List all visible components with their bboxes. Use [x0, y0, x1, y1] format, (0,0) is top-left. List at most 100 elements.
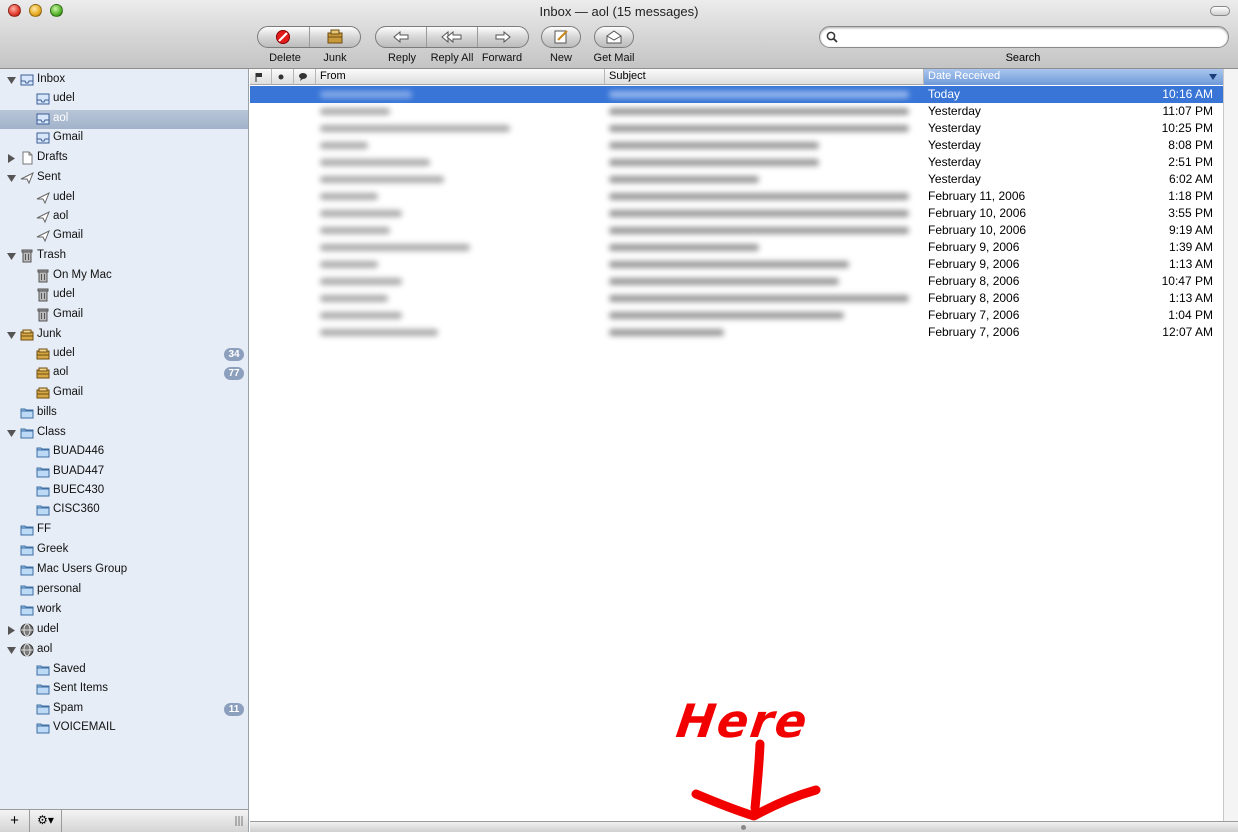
- disclosure-open-icon[interactable]: [7, 331, 16, 340]
- table-row[interactable]: February 10, 2006 9:19 AM: [250, 222, 1223, 239]
- sidebar-item-voicemail[interactable]: VOICEMAIL: [0, 719, 248, 738]
- inbox-icon: [36, 132, 50, 144]
- date-received-column-header[interactable]: Date Received: [924, 69, 1223, 85]
- time-received: 10:25 PM: [1161, 121, 1213, 135]
- table-row[interactable]: February 8, 2006 1:13 AM: [250, 290, 1223, 307]
- search-field[interactable]: [819, 26, 1229, 48]
- subject-redacted: [609, 222, 909, 239]
- sidebar-resize-handle[interactable]: [234, 815, 244, 827]
- sidebar-item-spam[interactable]: Spam 11: [0, 700, 248, 719]
- disclosure-closed-icon[interactable]: [7, 154, 16, 164]
- table-row[interactable]: February 7, 2006 12:07 AM: [250, 324, 1223, 341]
- junk-icon: [36, 367, 50, 379]
- unread-count-badge: 11: [224, 702, 244, 716]
- sidebar-item-cisc360[interactable]: CISC360: [0, 501, 248, 520]
- table-row[interactable]: February 9, 2006 1:39 AM: [250, 239, 1223, 256]
- table-row[interactable]: Yesterday 8:08 PM: [250, 137, 1223, 154]
- reply-all-button[interactable]: [427, 27, 478, 47]
- reply-all-arrow-icon: [441, 30, 462, 44]
- sidebar-item-inbox[interactable]: Inbox: [0, 71, 248, 90]
- table-row[interactable]: February 8, 2006 10:47 PM: [250, 273, 1223, 290]
- sidebar-item-label: Gmail: [53, 131, 84, 144]
- sender-redacted: [320, 307, 402, 324]
- sidebar-item-saved[interactable]: Saved: [0, 661, 248, 680]
- disclosure-open-icon[interactable]: [7, 646, 16, 655]
- sidebar-item-udel[interactable]: udel: [0, 286, 248, 305]
- table-row[interactable]: Today 10:16 AM: [250, 86, 1223, 103]
- sidebar-item-greek[interactable]: Greek: [0, 541, 248, 560]
- sidebar-item-label: FF: [37, 523, 52, 536]
- sidebar-item-class[interactable]: Class: [0, 424, 248, 443]
- sidebar-item-sent-items[interactable]: Sent Items: [0, 680, 248, 699]
- sidebar-item-junk[interactable]: Junk: [0, 326, 248, 345]
- table-row[interactable]: Yesterday 6:02 AM: [250, 171, 1223, 188]
- get-mail-button[interactable]: [594, 26, 634, 48]
- sidebar-item-mac-users-group[interactable]: Mac Users Group: [0, 561, 248, 580]
- status-column-header[interactable]: [272, 69, 294, 85]
- message-list-scrollbar[interactable]: [1223, 69, 1238, 821]
- from-column-header[interactable]: From: [316, 69, 605, 85]
- sidebar-item-gmail[interactable]: Gmail: [0, 227, 248, 246]
- disclosure-closed-icon[interactable]: [7, 626, 16, 636]
- sidebar-item-bills[interactable]: bills: [0, 404, 248, 423]
- table-row[interactable]: February 10, 2006 3:55 PM: [250, 205, 1223, 222]
- sidebar-item-aol[interactable]: aol 77: [0, 364, 248, 383]
- date-received: February 8, 2006: [928, 291, 1020, 305]
- disclosure-open-icon[interactable]: [7, 252, 16, 261]
- sidebar-item-label: Drafts: [37, 151, 68, 164]
- table-row[interactable]: February 11, 2006 1:18 PM: [250, 188, 1223, 205]
- chat-column-header[interactable]: [294, 69, 316, 85]
- sidebar-item-buec430[interactable]: BUEC430: [0, 482, 248, 501]
- sidebar-item-on-my-mac[interactable]: On My Mac: [0, 267, 248, 286]
- sidebar-item-aol[interactable]: aol: [0, 109, 248, 129]
- sidebar-item-label: BUAD446: [53, 445, 105, 458]
- sidebar-item-sent[interactable]: Sent: [0, 169, 248, 188]
- sidebar-item-udel[interactable]: udel: [0, 90, 248, 109]
- disclosure-open-icon[interactable]: [7, 76, 16, 85]
- date-received: Yesterday: [928, 121, 981, 135]
- sidebar-item-aol[interactable]: aol: [0, 641, 248, 660]
- subject-column-header[interactable]: Subject: [605, 69, 924, 85]
- sidebar-item-work[interactable]: work: [0, 601, 248, 620]
- disclosure-open-icon[interactable]: [7, 429, 16, 438]
- sidebar-item-gmail[interactable]: Gmail: [0, 306, 248, 325]
- flag-column-header[interactable]: [250, 69, 272, 85]
- document-icon: [22, 151, 33, 165]
- folder-icon: [36, 723, 50, 734]
- sidebar-item-drafts[interactable]: Drafts: [0, 149, 248, 168]
- sidebar-item-udel[interactable]: udel: [0, 189, 248, 208]
- table-row[interactable]: Yesterday 10:25 PM: [250, 120, 1223, 137]
- subject-redacted: [609, 273, 839, 290]
- junk-icon: [36, 387, 50, 399]
- sidebar-item-gmail[interactable]: Gmail: [0, 129, 248, 148]
- sidebar-item-buad446[interactable]: BUAD446: [0, 443, 248, 462]
- date-received: February 10, 2006: [928, 206, 1027, 220]
- new-message-button[interactable]: [541, 26, 581, 48]
- delete-button[interactable]: [258, 27, 310, 47]
- folder-icon: [20, 408, 34, 419]
- inbox-icon: [20, 74, 34, 86]
- table-row[interactable]: February 9, 2006 1:13 AM: [250, 256, 1223, 273]
- disclosure-open-icon[interactable]: [7, 174, 16, 183]
- action-menu-button[interactable]: ⚙▾: [30, 810, 62, 832]
- table-row[interactable]: Yesterday 11:07 PM: [250, 103, 1223, 120]
- sidebar-item-ff[interactable]: FF: [0, 521, 248, 540]
- table-row[interactable]: February 7, 2006 1:04 PM: [250, 307, 1223, 324]
- add-mailbox-button[interactable]: +: [0, 810, 30, 832]
- forward-button[interactable]: [478, 27, 528, 47]
- sidebar-item-gmail[interactable]: Gmail: [0, 384, 248, 403]
- trash-icon: [37, 269, 49, 283]
- sidebar-item-trash[interactable]: Trash: [0, 247, 248, 266]
- reply-button[interactable]: [376, 27, 427, 47]
- junk-button[interactable]: [310, 27, 361, 47]
- subject-redacted: [609, 307, 844, 324]
- sidebar-item-aol[interactable]: aol: [0, 208, 248, 227]
- sidebar-item-udel[interactable]: udel 34: [0, 345, 248, 364]
- sidebar-item-personal[interactable]: personal: [0, 581, 248, 600]
- toolbar-toggle-button[interactable]: [1210, 6, 1230, 16]
- sidebar-item-buad447[interactable]: BUAD447: [0, 463, 248, 482]
- table-row[interactable]: Yesterday 2:51 PM: [250, 154, 1223, 171]
- search-input[interactable]: [842, 29, 1222, 45]
- sidebar-item-udel[interactable]: udel: [0, 621, 248, 640]
- time-received: 1:18 PM: [1168, 189, 1213, 203]
